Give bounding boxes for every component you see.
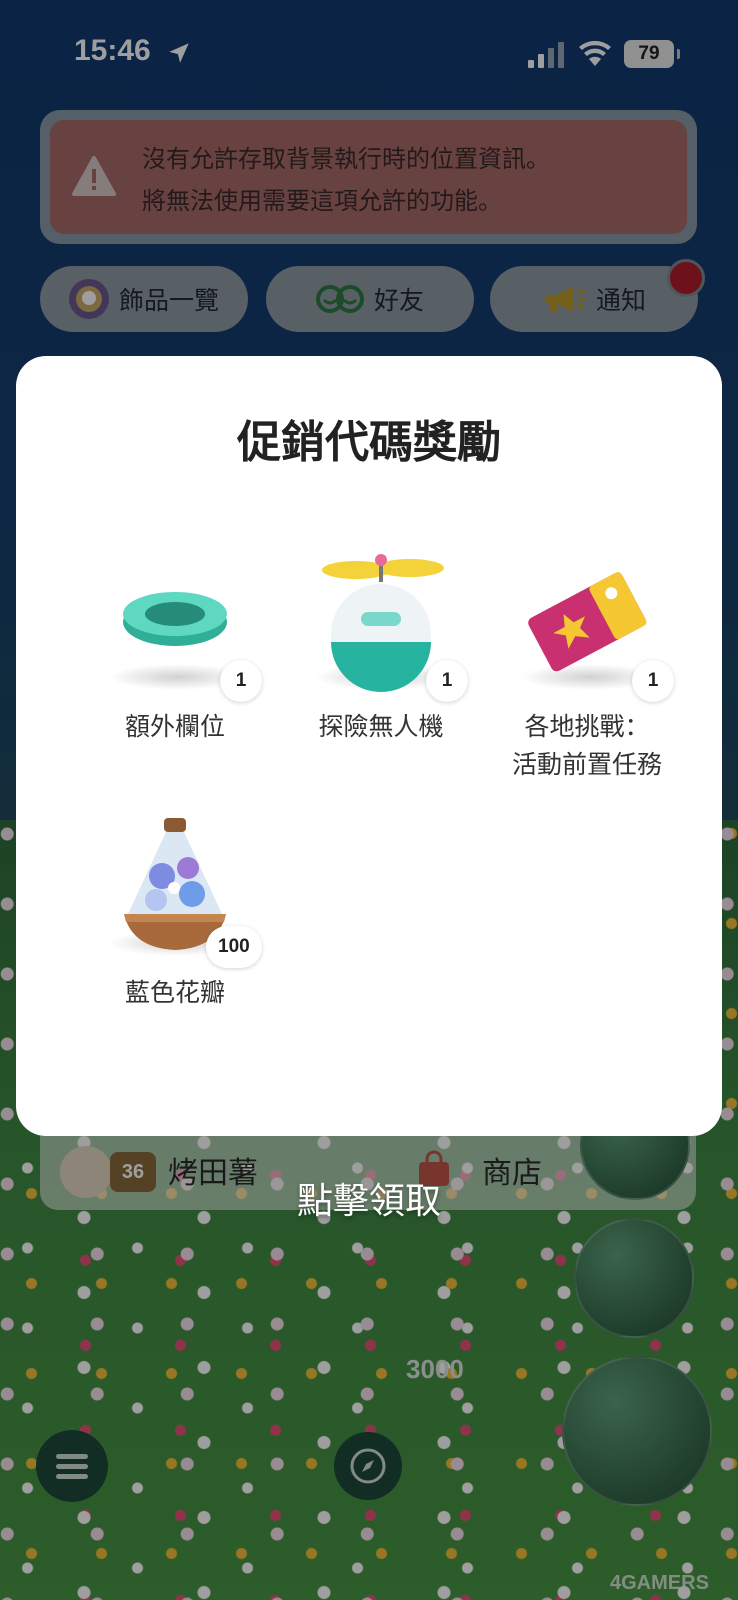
reward-label: 探險無人機 — [318, 712, 444, 741]
reward-label: 各地挑戰： 活動前置任務 — [482, 708, 692, 784]
quantity-badge: 1 — [426, 660, 468, 702]
quantity-badge: 1 — [220, 660, 262, 702]
modal-title: 促銷代碼獎勵 — [237, 417, 501, 468]
reward-label-line-1: 各地挑戰： — [524, 712, 650, 741]
reward-item: 1 各地挑戰： 活動前置任務 — [482, 552, 692, 782]
quantity-badge: 100 — [206, 926, 262, 968]
quantity-badge: 1 — [632, 660, 674, 702]
promo-reward-modal: 促銷代碼獎勵 1 額外欄位 1 探險無人機 1 各地挑戰： 活動前置任務 100… — [16, 356, 722, 1136]
tap-to-claim-prompt[interactable]: 點擊領取 — [0, 1172, 738, 1224]
reward-item: 1 探險無人機 — [276, 552, 486, 782]
reward-label: 藍色花瓣 — [124, 978, 225, 1007]
reward-label-line-2: 活動前置任務 — [511, 750, 662, 779]
reward-label: 額外欄位 — [124, 712, 225, 741]
reward-item: 100 藍色花瓣 — [70, 818, 280, 1048]
reward-item: 1 額外欄位 — [70, 552, 280, 782]
